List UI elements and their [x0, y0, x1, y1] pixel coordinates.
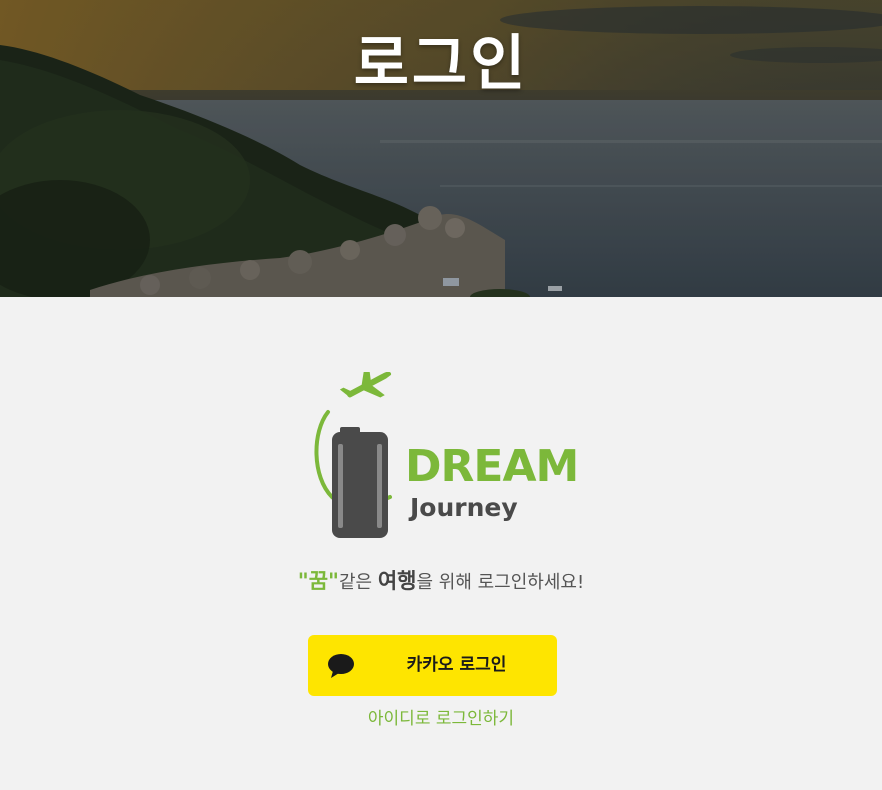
- tagline-text-2: 을 위해 로그인하세요!: [416, 572, 585, 593]
- chat-bubble-icon: [328, 654, 354, 678]
- kakao-login-button[interactable]: 카카오 로그인: [308, 635, 557, 696]
- page-title: 로그인: [353, 29, 529, 99]
- hero-banner: 로그인: [0, 0, 882, 297]
- id-login-link[interactable]: 아이디로 로그인하기: [0, 706, 882, 732]
- logo-text-dream: DREAM: [405, 441, 579, 492]
- tagline-travel-word: 여행: [377, 569, 417, 593]
- kakao-login-label: 카카오 로그인: [406, 655, 507, 675]
- login-tagline: "꿈"같은 여행을 위해 로그인하세요!: [0, 566, 882, 598]
- tagline-text-1: 같은: [339, 572, 378, 593]
- dream-journey-logo: DREAM Journey: [300, 372, 579, 547]
- tagline-dream-word: "꿈": [297, 569, 339, 593]
- logo-text-journey: Journey: [410, 493, 518, 522]
